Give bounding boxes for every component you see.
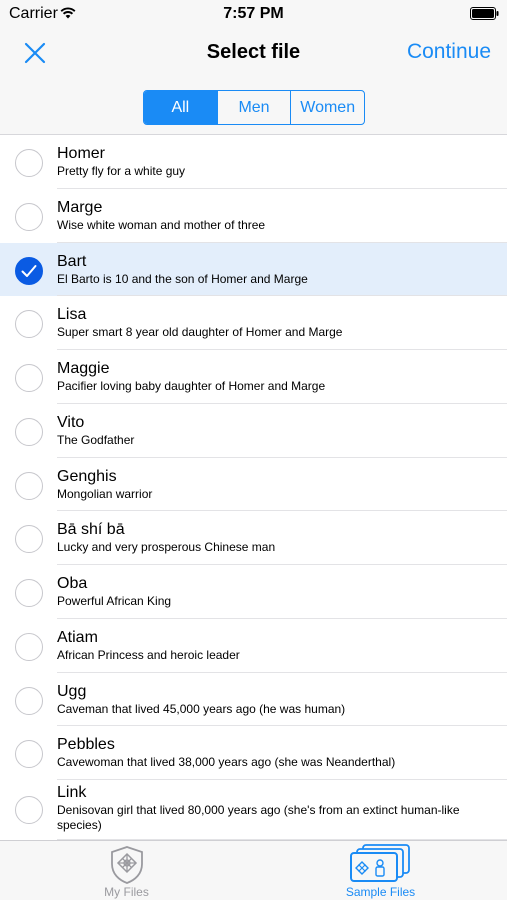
item-description: Powerful African King <box>57 594 172 608</box>
radio-unchecked-icon[interactable] <box>15 149 43 177</box>
radio-unchecked-icon[interactable] <box>15 417 43 446</box>
item-description: Super smart 8 year old daughter of Homer… <box>57 325 343 340</box>
tab-sample-files[interactable]: Sample Files <box>254 841 507 900</box>
item-name: Bā shí bā <box>57 521 125 539</box>
filter-segmented-control: All Men Women <box>143 90 365 125</box>
stacked-cards-icon <box>349 843 413 890</box>
list-item[interactable]: Vito The Godfather <box>0 404 507 458</box>
radio-unchecked-icon[interactable] <box>15 310 43 339</box>
list-item[interactable]: Ugg Caveman that lived 45,000 years ago (… <box>0 673 507 727</box>
battery-icon <box>470 7 499 20</box>
close-icon[interactable] <box>22 40 48 66</box>
list-item[interactable]: Homer Pretty fly for a white guy <box>0 135 507 189</box>
item-description: Cavewoman that lived 38,000 years ago (s… <box>57 755 396 770</box>
item-name: Pebbles <box>57 736 115 754</box>
radio-unchecked-icon[interactable] <box>15 740 43 769</box>
list-item[interactable]: Lisa Super smart 8 year old daughter of H… <box>0 296 507 350</box>
tab-my-files[interactable]: My Files <box>0 841 253 900</box>
segment-all[interactable]: All <box>144 91 217 124</box>
segment-women[interactable]: Women <box>290 91 364 124</box>
list-item[interactable]: Maggie Pacifier loving baby daughter of H… <box>0 350 507 404</box>
navigation-bar: Select file Continue <box>0 28 507 78</box>
item-name: Ugg <box>57 682 87 700</box>
item-description: Mongolian warrior <box>57 486 153 501</box>
item-description: Pretty fly for a white guy <box>57 164 186 178</box>
file-list: Homer Pretty fly for a white guy Marge Wis… <box>0 135 507 840</box>
radio-unchecked-icon[interactable] <box>15 632 43 661</box>
item-description: Pacifier loving baby daughter of Homer a… <box>57 379 326 393</box>
tab-label: My Files <box>104 885 149 899</box>
list-item[interactable]: Link Denisovan girl that lived 80,000 yea… <box>0 780 507 840</box>
item-name: Link <box>57 784 87 801</box>
list-item[interactable]: Atiam African Princess and heroic leader <box>0 619 507 673</box>
item-name: Maggie <box>57 360 110 377</box>
list-item-selected[interactable]: Bart El Barto is 10 and the son of Homer … <box>0 242 507 297</box>
list-item[interactable]: Bā shí bā Lucky and very prosperous Chine… <box>0 511 507 565</box>
checkmark-icon[interactable] <box>15 256 43 285</box>
item-description: El Barto is 10 and the son of Homer and … <box>57 271 308 286</box>
item-description: The Godfather <box>57 432 135 447</box>
item-name: Lisa <box>57 306 87 324</box>
item-description: Lucky and very prosperous Chinese man <box>57 540 276 555</box>
segment-men[interactable]: Men <box>216 91 291 124</box>
status-bar: Carrier 7:57 PM <box>0 0 507 28</box>
list-item[interactable]: Oba Powerful African King <box>0 565 507 619</box>
item-description: African Princess and heroic leader <box>57 647 240 662</box>
item-name: Atiam <box>57 628 98 646</box>
radio-unchecked-icon[interactable] <box>15 364 43 392</box>
radio-unchecked-icon[interactable] <box>15 202 43 231</box>
item-name: Homer <box>57 145 106 162</box>
item-name: Oba <box>57 575 88 592</box>
radio-unchecked-icon[interactable] <box>15 525 43 554</box>
item-name: Bart <box>57 252 87 270</box>
item-description: Wise white woman and mother of three <box>57 217 266 232</box>
list-item[interactable]: Pebbles Cavewoman that lived 38,000 years… <box>0 726 507 780</box>
radio-unchecked-icon[interactable] <box>15 579 43 607</box>
tab-bar: My Files Sample Files <box>0 840 507 900</box>
radio-unchecked-icon[interactable] <box>15 796 43 824</box>
continue-button[interactable]: Continue <box>407 40 491 64</box>
list-item[interactable]: Genghis Mongolian warrior <box>0 458 507 512</box>
radio-unchecked-icon[interactable] <box>15 471 43 500</box>
item-description: Denisovan girl that lived 80,000 years a… <box>57 803 460 832</box>
item-name: Marge <box>57 198 103 216</box>
status-time: 7:57 PM <box>223 5 284 22</box>
item-description: Caveman that lived 45,000 years ago (he … <box>57 701 346 716</box>
shield-knot-icon <box>108 845 146 890</box>
tab-label: Sample Files <box>345 885 416 899</box>
item-name: Genghis <box>57 467 117 485</box>
filter-bar: All Men Women <box>0 78 507 135</box>
radio-unchecked-icon[interactable] <box>15 686 43 715</box>
list-item[interactable]: Marge Wise white woman and mother of thre… <box>0 189 507 243</box>
item-name: Vito <box>57 413 85 431</box>
